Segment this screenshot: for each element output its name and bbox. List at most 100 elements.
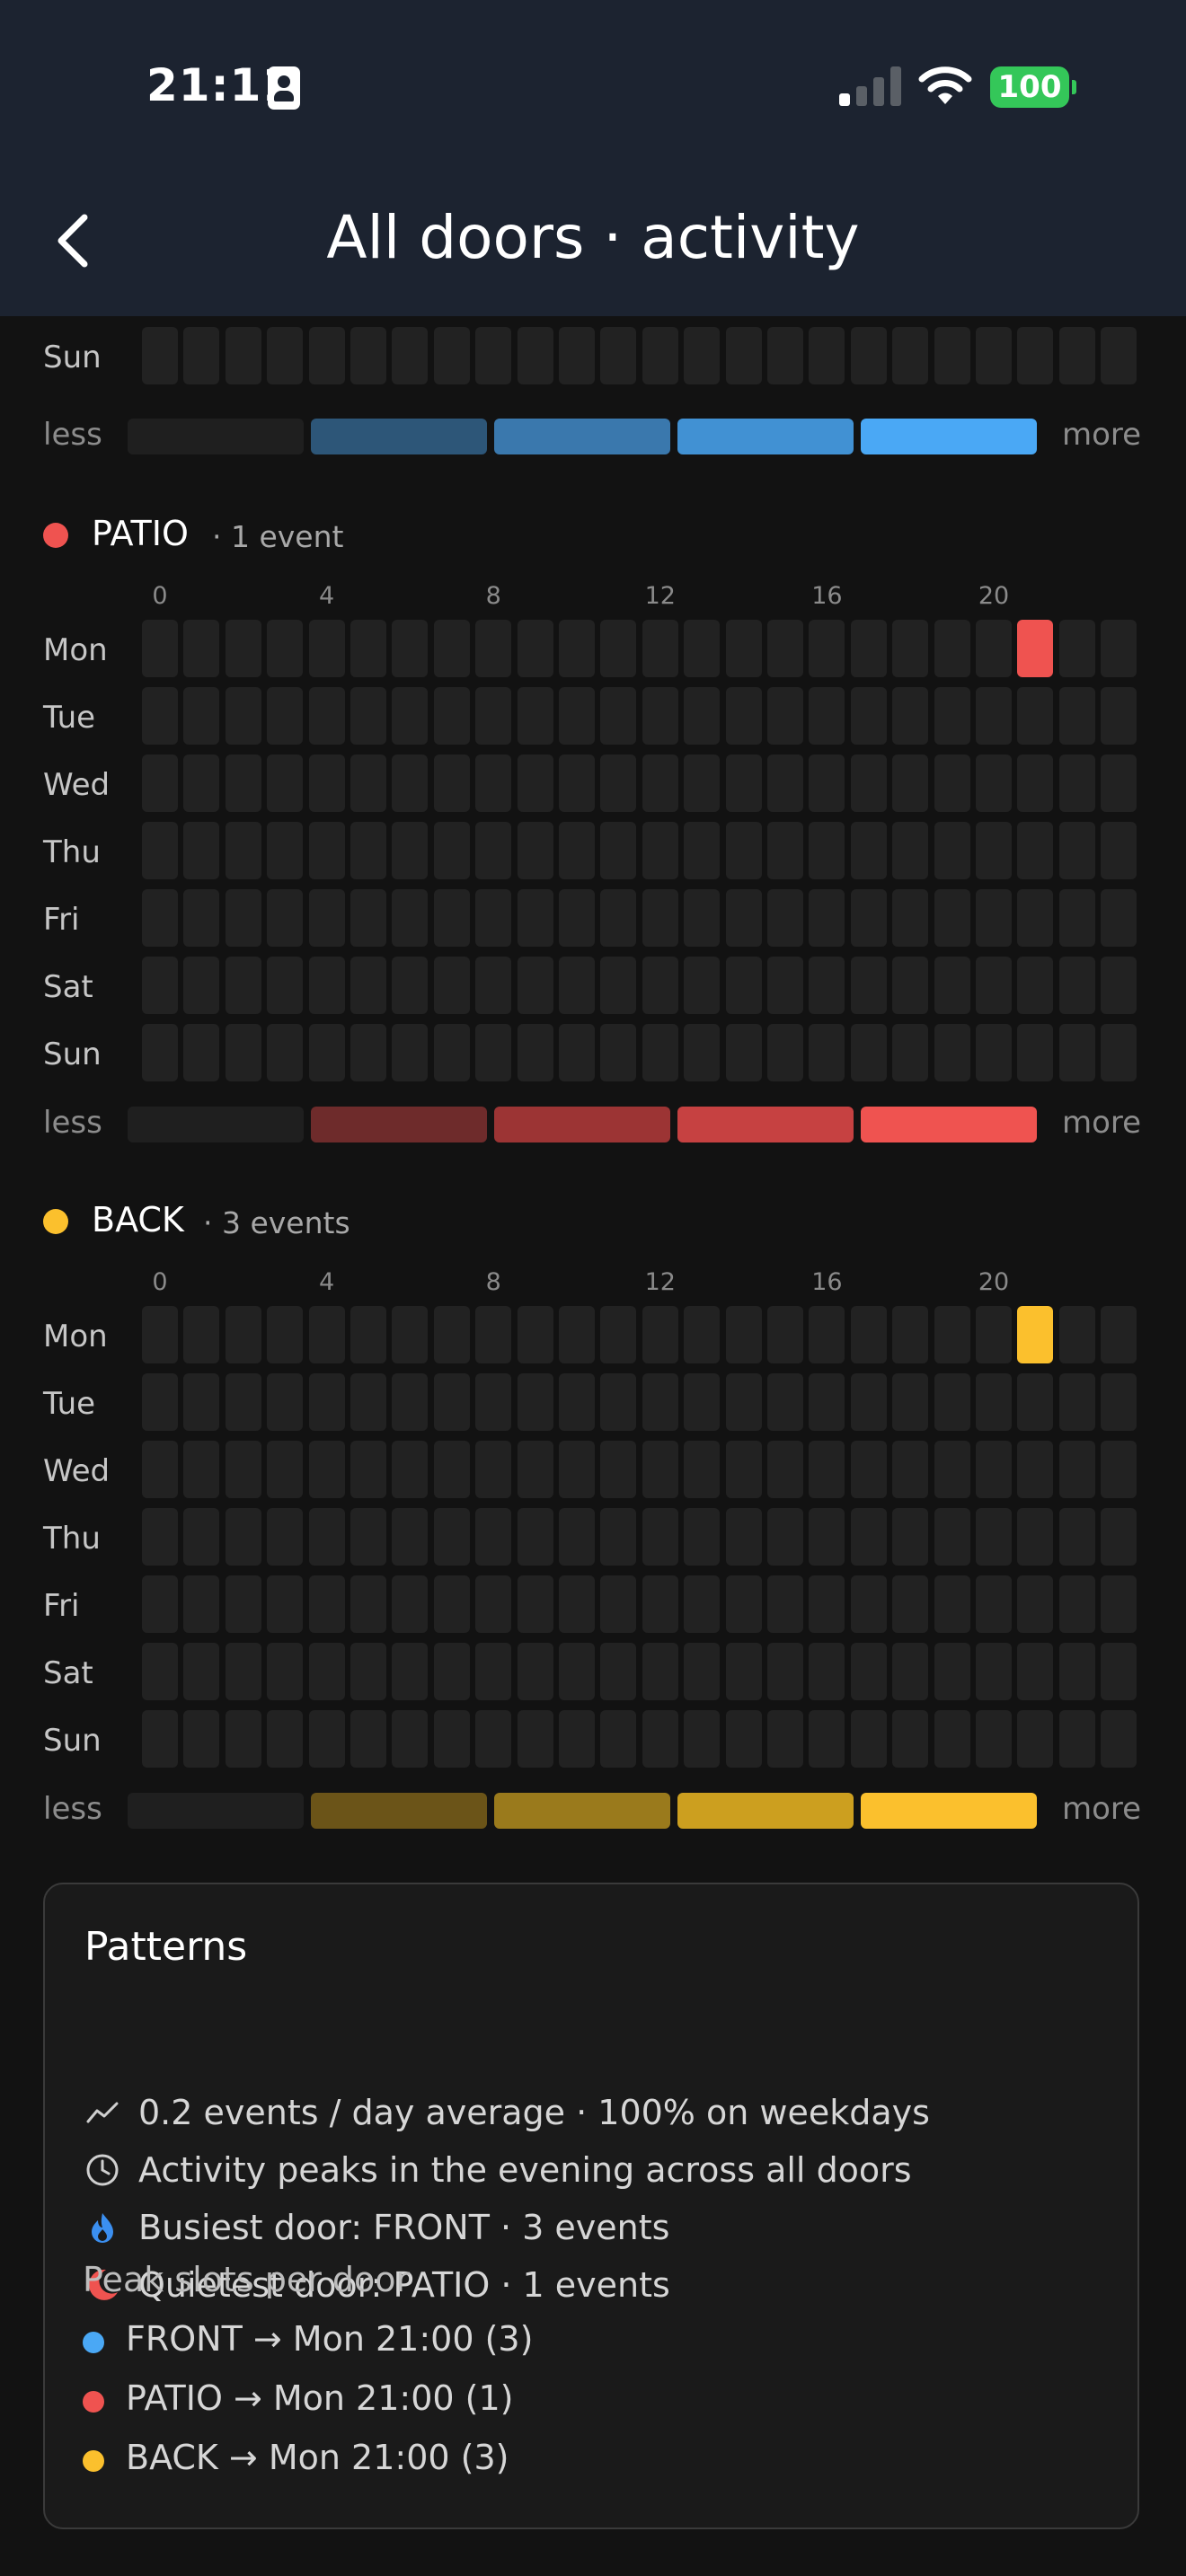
heatmap-cell xyxy=(1058,620,1095,677)
heatmap-cell xyxy=(517,620,553,677)
heatmap-cell xyxy=(225,687,261,745)
heatmap-cell xyxy=(183,687,220,745)
heatmap-cell xyxy=(517,1373,553,1431)
hour-label: 12 xyxy=(644,582,676,610)
heatmap-cell xyxy=(934,889,970,947)
legend-less-label: less xyxy=(43,417,102,453)
heatmap-cell xyxy=(183,1373,220,1431)
heatmap-cell xyxy=(809,1373,845,1431)
heatmap-cell xyxy=(475,687,512,745)
heatmap-cell xyxy=(308,327,345,384)
heatmap-cell xyxy=(350,1441,386,1498)
heatmap-cell xyxy=(725,889,762,947)
front-color-dot xyxy=(83,2332,104,2353)
scroll-content[interactable]: Sun less more PATIO · 1 event 0 4 8 12 16 20 Mon… xyxy=(0,0,1186,2576)
heatmap-cell xyxy=(1017,1508,1054,1566)
legend-swatch xyxy=(494,1107,670,1142)
heatmap-cell xyxy=(892,1024,929,1081)
heatmap-cell xyxy=(475,1024,512,1081)
heatmap-cell xyxy=(142,1710,178,1768)
back-door-name: BACK xyxy=(92,1200,184,1239)
heatmap-cell xyxy=(725,754,762,812)
heatmap-cell xyxy=(183,327,220,384)
average-text: 0.2 events / day average · 100% on weekd… xyxy=(138,2093,930,2132)
heatmap-cell xyxy=(767,327,803,384)
heatmap-cell xyxy=(225,1575,261,1633)
heatmap-cell xyxy=(559,620,595,677)
page-title: All doors · activity xyxy=(326,203,860,272)
heatmap-cell xyxy=(350,1024,386,1081)
heatmap-cell xyxy=(1101,1575,1137,1633)
heatmap-cell xyxy=(892,957,929,1014)
heatmap-cell xyxy=(392,822,429,879)
heatmap-cell xyxy=(767,1024,803,1081)
heatmap-cell xyxy=(1017,754,1054,812)
heatmap-cell xyxy=(225,1024,261,1081)
heatmap-cell xyxy=(892,1575,929,1633)
heatmap-cell xyxy=(600,1508,637,1566)
heatmap-cell xyxy=(600,687,637,745)
heatmap-cell xyxy=(142,687,178,745)
heatmap-cell xyxy=(976,1575,1012,1633)
peak-back-text: BACK → Mon 21:00 (3) xyxy=(126,2438,509,2477)
heatmap-cell xyxy=(433,889,470,947)
heatmap-cell xyxy=(1017,1575,1054,1633)
legend-swatch xyxy=(861,1107,1037,1142)
heatmap-cell xyxy=(600,1373,637,1431)
heatmap-cell xyxy=(600,1710,637,1768)
heatmap-cell xyxy=(767,754,803,812)
heatmap-cell xyxy=(433,327,470,384)
heatmap-cell xyxy=(684,327,721,384)
heatmap-cell xyxy=(976,1643,1012,1700)
heatmap-cell xyxy=(559,822,595,879)
heatmap-cell xyxy=(976,1024,1012,1081)
heatmap-cell xyxy=(725,1441,762,1498)
heatmap-cell xyxy=(517,1710,553,1768)
heatmap-cell xyxy=(892,327,929,384)
heatmap-cell xyxy=(433,822,470,879)
trend-line-icon xyxy=(86,2102,119,2123)
heatmap-cell xyxy=(392,1508,429,1566)
heatmap-cell xyxy=(642,822,678,879)
heatmap-cell xyxy=(517,1441,553,1498)
heatmap-cell xyxy=(183,822,220,879)
legend-swatch xyxy=(311,419,487,454)
heatmap-cell xyxy=(850,1024,887,1081)
heatmap-cell xyxy=(725,620,762,677)
legend-swatch xyxy=(677,419,854,454)
heatmap-cell xyxy=(725,687,762,745)
heatmap-cell xyxy=(767,1643,803,1700)
heatmap-cell xyxy=(934,1575,970,1633)
heatmap-cell xyxy=(225,327,261,384)
heatmap-cell xyxy=(559,889,595,947)
patterns-title: Patterns xyxy=(84,1924,248,1970)
heatmap-cell xyxy=(850,1643,887,1700)
heatmap-cell xyxy=(850,620,887,677)
peak-time-text: Activity peaks in the evening across all… xyxy=(138,2150,912,2190)
legend-swatch xyxy=(677,1107,854,1142)
heatmap-cell xyxy=(267,1643,304,1700)
heatmap-cell xyxy=(392,687,429,745)
heatmap-cell xyxy=(433,1373,470,1431)
heatmap-cell xyxy=(1017,1306,1054,1363)
heatmap-cell xyxy=(475,1710,512,1768)
heatmap-cell xyxy=(308,1508,345,1566)
heatmap-cell xyxy=(517,327,553,384)
heatmap-cell xyxy=(183,1710,220,1768)
heatmap-cell xyxy=(809,1024,845,1081)
heatmap-cell xyxy=(767,687,803,745)
heatmap-cell xyxy=(1101,754,1137,812)
heatmap-cell xyxy=(308,1306,345,1363)
clock-icon xyxy=(86,2154,119,2186)
heatmap-cell xyxy=(517,1306,553,1363)
heatmap-cell xyxy=(767,1306,803,1363)
peak-front-text: FRONT → Mon 21:00 (3) xyxy=(126,2319,534,2359)
heatmap-cell xyxy=(475,822,512,879)
heatmap-cell xyxy=(1058,1575,1095,1633)
heatmap-cell xyxy=(475,1508,512,1566)
heatmap-cell xyxy=(1058,754,1095,812)
heatmap-cell xyxy=(350,327,386,384)
heatmap-cell xyxy=(934,687,970,745)
heatmap-cell xyxy=(684,1508,721,1566)
heatmap-cell xyxy=(934,1373,970,1431)
